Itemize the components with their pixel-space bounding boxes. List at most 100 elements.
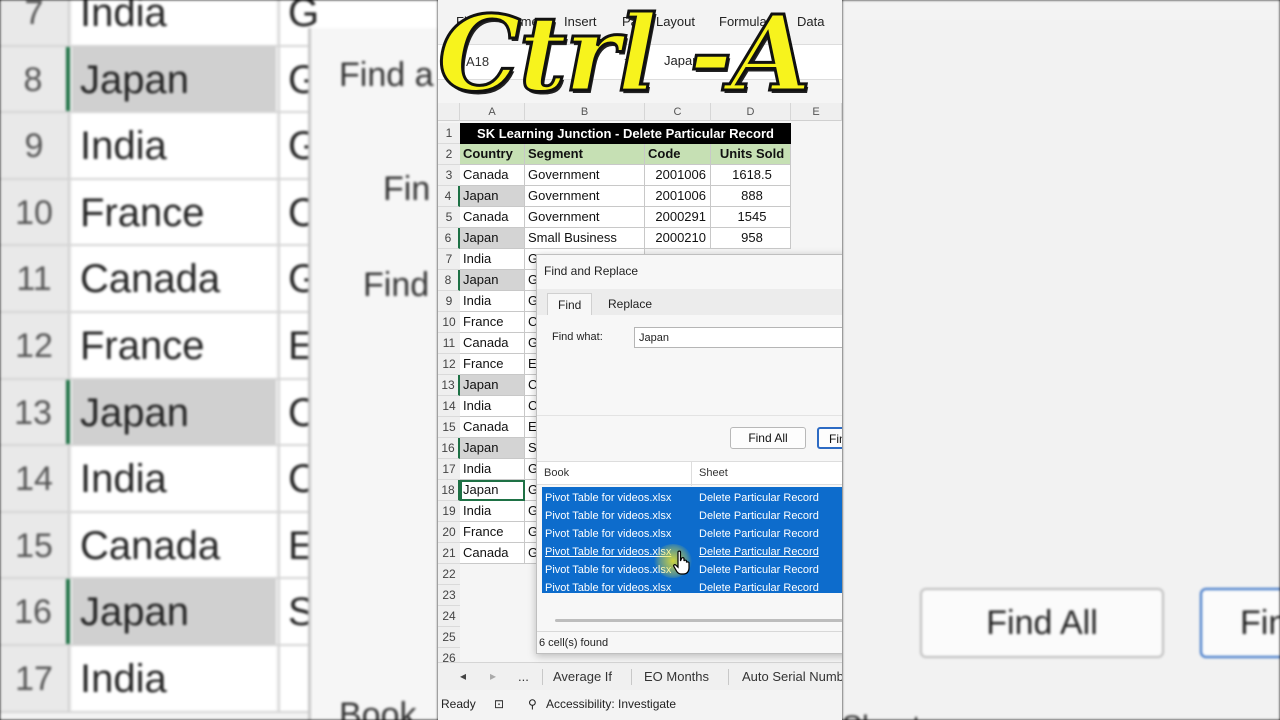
results-column-book[interactable]: Book: [544, 467, 569, 479]
macro-record-icon[interactable]: ⊡: [494, 697, 504, 711]
row-number[interactable]: 25: [438, 627, 460, 648]
result-row[interactable]: Pivot Table for videos.xlsx Delete Partic…: [542, 561, 842, 579]
sheet-tab-auto-serial-numbers[interactable]: Auto Serial Numbers: [742, 669, 842, 684]
result-row[interactable]: Pivot Table for videos.xlsx Delete Partic…: [542, 579, 842, 597]
result-book[interactable]: Pivot Table for videos.xlsx: [545, 489, 671, 507]
row-number[interactable]: 19: [438, 501, 460, 522]
row-number[interactable]: 16: [438, 438, 460, 459]
header-code[interactable]: Code: [645, 144, 711, 165]
cell-code[interactable]: 2000210: [645, 228, 711, 249]
next-sheet-icon[interactable]: ▸: [490, 669, 496, 683]
cell-country[interactable]: India: [460, 501, 525, 522]
dialog-title: Find and Replace: [544, 264, 639, 278]
background-row-number: 16: [0, 579, 70, 644]
background-dialog: Find a Fin Find Book: [308, 28, 438, 720]
cell-country[interactable]: Japan: [460, 186, 525, 207]
row-number[interactable]: 9: [438, 291, 460, 312]
cell-country[interactable]: India: [460, 396, 525, 417]
cell-units-sold[interactable]: 958: [711, 228, 791, 249]
row-number[interactable]: 20: [438, 522, 460, 543]
cell-units-sold[interactable]: 1618.5: [711, 165, 791, 186]
find-what-input[interactable]: [634, 327, 842, 348]
tab-find[interactable]: Find: [547, 293, 593, 315]
cell-country[interactable]: India: [460, 249, 525, 270]
row-number[interactable]: 8: [438, 270, 460, 291]
cell-code[interactable]: 2001006: [645, 186, 711, 207]
result-sheet[interactable]: Delete Particular Record: [699, 489, 819, 507]
results-column-sheet[interactable]: Sheet: [699, 467, 728, 479]
cell-country[interactable]: Canada: [460, 333, 525, 354]
cell-country[interactable]: Japan: [460, 480, 525, 501]
row-number[interactable]: 2: [438, 144, 460, 165]
cell-segment[interactable]: Government: [525, 165, 645, 186]
result-row[interactable]: Pivot Table for videos.xlsx Delete Partic…: [542, 543, 842, 561]
result-book[interactable]: Pivot Table for videos.xlsx: [545, 579, 671, 597]
row-number[interactable]: 11: [438, 333, 460, 354]
cell-country[interactable]: Canada: [460, 417, 525, 438]
header-country[interactable]: Country: [460, 144, 525, 165]
cell-country[interactable]: Japan: [460, 375, 525, 396]
cell-country[interactable]: Canada: [460, 165, 525, 186]
prev-sheet-icon[interactable]: ◂: [460, 669, 466, 683]
result-sheet[interactable]: Delete Particular Record: [699, 561, 819, 579]
cell-segment[interactable]: Government: [525, 186, 645, 207]
cell-country[interactable]: Japan: [460, 270, 525, 291]
cell-country[interactable]: Japan: [460, 228, 525, 249]
cell-country[interactable]: India: [460, 459, 525, 480]
row-number[interactable]: 12: [438, 354, 460, 375]
row-number[interactable]: 23: [438, 585, 460, 606]
cell-segment[interactable]: Government: [525, 207, 645, 228]
horizontal-scrollbar[interactable]: [555, 619, 842, 622]
sheet-tab-average-if[interactable]: Average If: [553, 669, 612, 684]
result-sheet[interactable]: Delete Particular Record: [699, 579, 819, 597]
cell-units-sold[interactable]: 1545: [711, 207, 791, 228]
header-units-sold[interactable]: Units Sold: [711, 144, 791, 165]
header-segment[interactable]: Segment: [525, 144, 645, 165]
sheet-title-cell[interactable]: SK Learning Junction - Delete Particular…: [460, 123, 791, 144]
result-book[interactable]: Pivot Table for videos.xlsx: [545, 507, 671, 525]
find-all-button[interactable]: Find All: [730, 427, 806, 449]
row-number[interactable]: 7: [438, 249, 460, 270]
row-number[interactable]: 21: [438, 543, 460, 564]
cell-code[interactable]: 2001006: [645, 165, 711, 186]
result-sheet[interactable]: Delete Particular Record: [699, 543, 819, 561]
result-book[interactable]: Pivot Table for videos.xlsx: [545, 525, 671, 543]
result-row[interactable]: Pivot Table for videos.xlsx Delete Partic…: [542, 489, 842, 507]
cell-country[interactable]: Canada: [460, 207, 525, 228]
row-number[interactable]: 13: [438, 375, 460, 396]
row-number[interactable]: 18: [438, 480, 460, 501]
result-row[interactable]: Pivot Table for videos.xlsx Delete Partic…: [542, 507, 842, 525]
cell-country[interactable]: Japan: [460, 438, 525, 459]
row-number[interactable]: 4: [438, 186, 460, 207]
cell-country[interactable]: India: [460, 291, 525, 312]
result-row[interactable]: Pivot Table for videos.xlsx Delete Partic…: [542, 525, 842, 543]
result-book[interactable]: Pivot Table for videos.xlsx: [545, 561, 671, 579]
row-number[interactable]: 6: [438, 228, 460, 249]
accessibility-icon[interactable]: ⚲: [528, 697, 537, 711]
sheet-tab-eo-months[interactable]: EO Months: [644, 669, 709, 684]
more-sheets-button[interactable]: ...: [518, 669, 529, 684]
cell-country[interactable]: France: [460, 312, 525, 333]
row-number[interactable]: 15: [438, 417, 460, 438]
row-number[interactable]: 1: [438, 123, 460, 144]
cell-country[interactable]: Canada: [460, 543, 525, 564]
row-number[interactable]: 14: [438, 396, 460, 417]
cell-units-sold[interactable]: 888: [711, 186, 791, 207]
row-number[interactable]: 5: [438, 207, 460, 228]
result-sheet[interactable]: Delete Particular Record: [699, 525, 819, 543]
result-sheet[interactable]: Delete Particular Record: [699, 507, 819, 525]
cell-code[interactable]: 2000291: [645, 207, 711, 228]
row-number[interactable]: 22: [438, 564, 460, 585]
tab-replace[interactable]: Replace: [598, 293, 662, 315]
row-number[interactable]: 24: [438, 606, 460, 627]
row-number[interactable]: 17: [438, 459, 460, 480]
accessibility-status[interactable]: Accessibility: Investigate: [546, 697, 676, 711]
cell-country[interactable]: France: [460, 522, 525, 543]
result-book[interactable]: Pivot Table for videos.xlsx: [545, 543, 671, 561]
cell-segment[interactable]: Small Business: [525, 228, 645, 249]
row-number[interactable]: 3: [438, 165, 460, 186]
cell-country[interactable]: France: [460, 354, 525, 375]
row-number[interactable]: 10: [438, 312, 460, 333]
find-next-button[interactable]: Find Next: [817, 427, 842, 449]
right-zoom-background: Find All Fin Sheet: [842, 0, 1280, 720]
